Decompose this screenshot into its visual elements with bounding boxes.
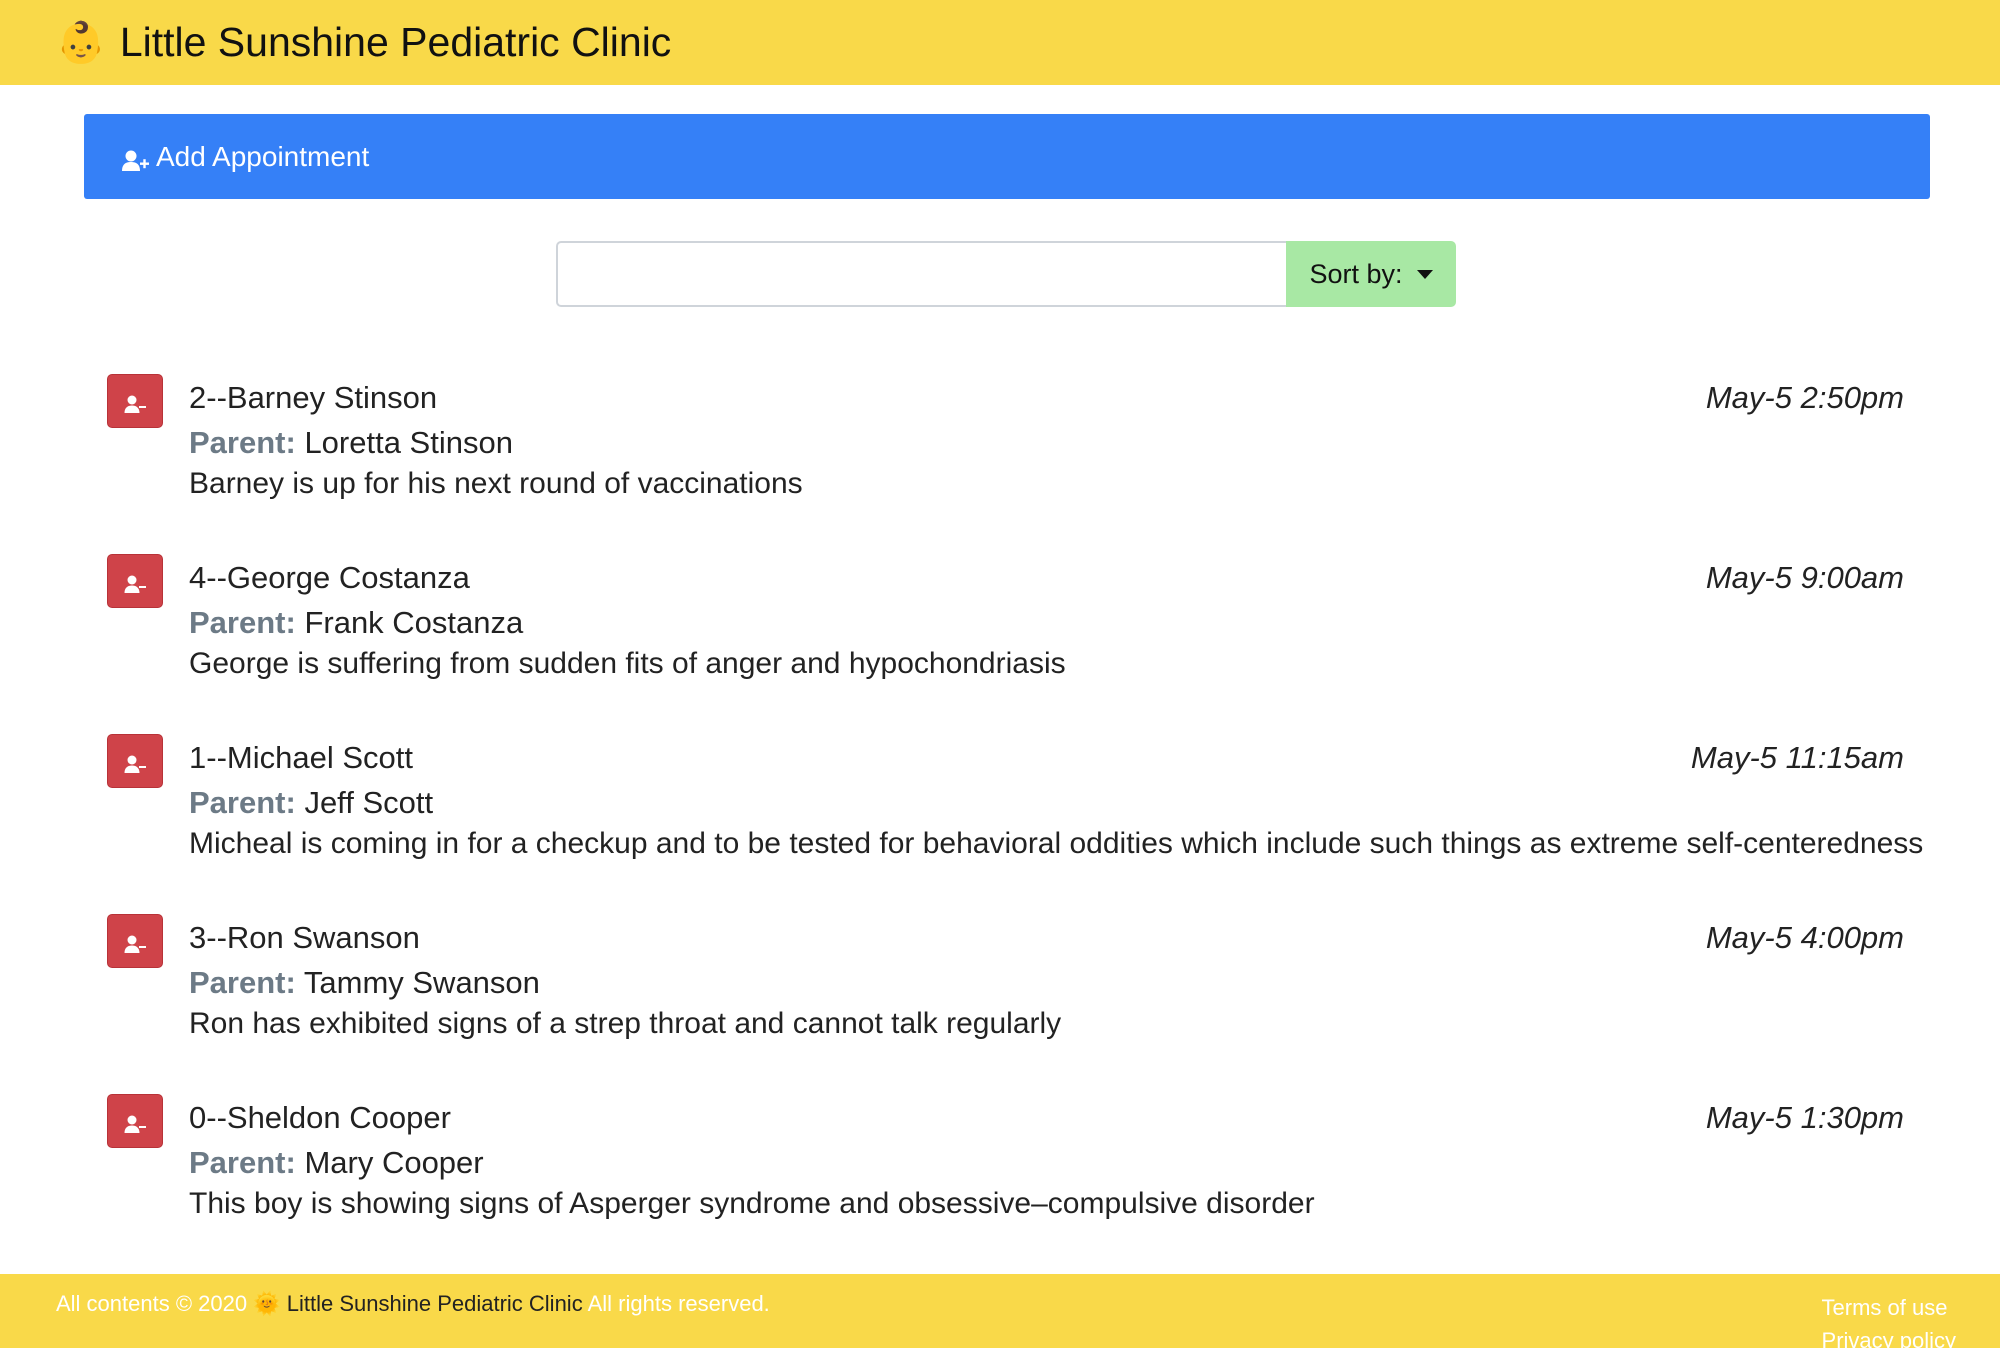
delete-appointment-button[interactable]	[107, 914, 163, 968]
parent-line: Parent: Mary Cooper	[189, 1145, 484, 1181]
delete-appointment-button[interactable]	[107, 554, 163, 608]
add-appointment-label: Add Appointment	[156, 140, 370, 172]
parent-name: Frank Costanza	[304, 605, 524, 640]
copyright: All contents © 2020 🌞 Little Sunshine Pe…	[56, 1291, 770, 1317]
patient-name: 0--Sheldon Cooper	[189, 1100, 451, 1135]
copyright-prefix: All contents © 2020	[56, 1291, 248, 1316]
appointment-notes: Ron has exhibited signs of a strep throa…	[189, 1007, 1062, 1040]
appointment-notes: George is suffering from sudden fits of …	[189, 647, 1066, 680]
user-minus-icon	[124, 1115, 146, 1133]
parent-name: Jeff Scott	[304, 785, 434, 820]
copyright-suffix: All rights reserved.	[587, 1291, 770, 1316]
terms-of-use-link[interactable]: Terms of use	[1822, 1291, 1956, 1324]
baby-logo-icon: 👶	[56, 20, 106, 65]
appointment-item: 2--Barney Stinson May-5 2:50pm Parent: Lor…	[0, 370, 2000, 520]
appointment-item: 4--George Costanza May-5 9:00am Parent: Fr…	[0, 550, 2000, 700]
caret-down-icon	[1416, 269, 1433, 279]
footer-links: Terms of use Privacy policy	[1822, 1291, 1956, 1348]
user-minus-icon	[124, 935, 146, 953]
appointment-item: 0--Sheldon Cooper May-5 1:30pm Parent: Mar…	[0, 1090, 2000, 1240]
parent-label: Parent:	[189, 965, 296, 1000]
sun-icon: 🌞	[253, 1291, 281, 1316]
parent-label: Parent:	[189, 1145, 296, 1180]
delete-appointment-button[interactable]	[107, 734, 163, 788]
delete-appointment-button[interactable]	[107, 374, 163, 428]
appointment-date: May-5 1:30pm	[1705, 1100, 1904, 1135]
parent-line: Parent: Frank Costanza	[189, 605, 523, 641]
appointment-notes: This boy is showing signs of Asperger sy…	[189, 1187, 1315, 1220]
patient-name: 4--George Costanza	[189, 560, 470, 595]
parent-name: Loretta Stinson	[304, 425, 513, 460]
appointment-date: May-5 9:00am	[1705, 560, 1904, 595]
user-minus-icon	[124, 575, 146, 593]
appointment-date: May-5 2:50pm	[1705, 380, 1904, 415]
parent-line: Parent: Tammy Swanson	[189, 965, 540, 1001]
sort-by-dropdown[interactable]: Sort by:	[1286, 241, 1456, 307]
sort-by-label: Sort by:	[1309, 258, 1403, 289]
parent-name: Tammy Swanson	[303, 965, 540, 1000]
appointment-item: 3--Ron Swanson May-5 4:00pm Parent: Tammy …	[0, 910, 2000, 1060]
appointment-item: 1--Michael Scott May-5 11:15am Parent: Jef…	[0, 730, 2000, 880]
footer-brand: Little Sunshine Pediatric Clinic	[286, 1291, 583, 1316]
appointment-date: May-5 11:15am	[1690, 740, 1904, 775]
search-group: Sort by:	[556, 241, 1456, 307]
app-header: 👶 Little Sunshine Pediatric Clinic	[0, 0, 2000, 85]
search-input[interactable]	[556, 241, 1286, 307]
patient-name: 1--Michael Scott	[189, 740, 413, 775]
app-title: Little Sunshine Pediatric Clinic	[119, 19, 672, 65]
privacy-policy-link[interactable]: Privacy policy	[1822, 1324, 1956, 1348]
patient-name: 2--Barney Stinson	[189, 380, 438, 415]
footer: All contents © 2020 🌞 Little Sunshine Pe…	[0, 1274, 2000, 1348]
parent-name: Mary Cooper	[304, 1145, 484, 1180]
delete-appointment-button[interactable]	[107, 1094, 163, 1148]
parent-label: Parent:	[189, 785, 296, 820]
add-appointment-button[interactable]: Add Appointment	[84, 114, 1930, 199]
appointment-notes: Micheal is coming in for a checkup and t…	[189, 827, 1924, 860]
parent-label: Parent:	[189, 425, 296, 460]
user-plus-icon	[122, 150, 149, 171]
user-minus-icon	[124, 395, 146, 413]
parent-line: Parent: Loretta Stinson	[189, 425, 513, 461]
user-minus-icon	[124, 755, 146, 773]
appointment-date: May-5 4:00pm	[1705, 920, 1904, 955]
appointment-notes: Barney is up for his next round of vacci…	[189, 467, 803, 500]
patient-name: 3--Ron Swanson	[189, 920, 420, 955]
parent-line: Parent: Jeff Scott	[189, 785, 433, 821]
parent-label: Parent:	[189, 605, 296, 640]
